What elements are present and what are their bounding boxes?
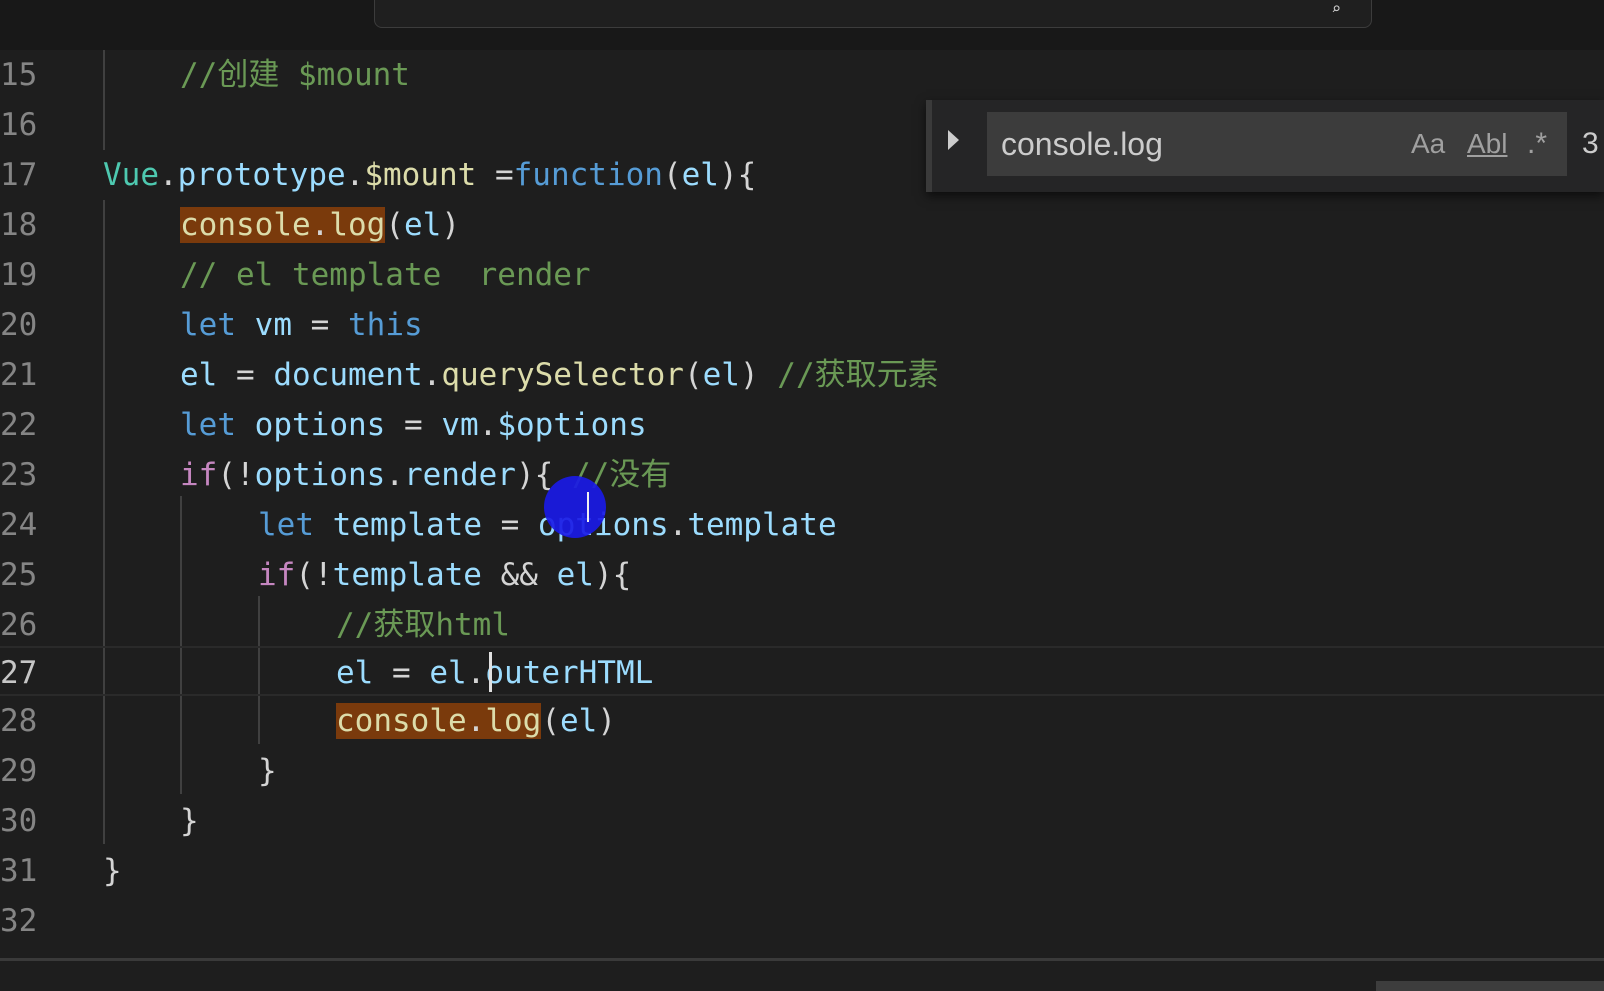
line-number: 31 — [0, 853, 38, 889]
code-text: el = document.querySelector(el) //获取元素 — [180, 357, 939, 393]
code-line-27-current[interactable]: 27 el = el.outerHTML — [0, 646, 1604, 696]
line-number: 26 — [0, 607, 38, 643]
code-line-20[interactable]: 20 let vm = this — [0, 300, 1604, 350]
code-text: } — [103, 853, 122, 889]
code-line-30[interactable]: 30 } — [0, 796, 1604, 846]
line-number: 20 — [0, 307, 38, 343]
code-text: el = el.outerHTML — [336, 655, 654, 691]
code-text: Vue.prototype.$mount =function(el){ — [103, 157, 757, 193]
code-text: } — [180, 803, 199, 839]
title-bar: ⌕ — [0, 0, 1604, 50]
code-line-15[interactable]: 15 //创建 $mount — [0, 50, 1604, 100]
code-line-29[interactable]: 29 } — [0, 746, 1604, 796]
line-number: 23 — [0, 457, 38, 493]
line-number: 25 — [0, 557, 38, 593]
code-line-18[interactable]: 18 console.log(el) — [0, 200, 1604, 250]
code-text: let options = vm.$options — [180, 407, 647, 443]
comment: // el template render — [180, 257, 591, 293]
comment: //获取html — [336, 607, 510, 643]
search-match-highlight: console.log — [180, 207, 386, 243]
code-text: console.log(el) — [180, 207, 460, 243]
search-icon: ⌕ — [1331, 0, 1341, 18]
comment: //创建 $mount — [180, 57, 410, 93]
line-number: 32 — [0, 903, 38, 939]
pointer-highlight — [544, 476, 606, 538]
code-line-26[interactable]: 26 //获取html — [0, 600, 1604, 650]
match-count: 3 — [1582, 127, 1599, 160]
code-text: //创建 $mount — [180, 50, 410, 100]
find-input-value: console.log — [1001, 126, 1163, 162]
line-number: 16 — [0, 107, 38, 143]
code-line-23[interactable]: 23 if(!options.render){ //没有 — [0, 450, 1604, 500]
code-line-25[interactable]: 25 if(!template && el){ — [0, 550, 1604, 600]
code-text: //获取html — [336, 600, 510, 650]
code-line-24[interactable]: 24 let template = options.template — [0, 500, 1604, 550]
line-number: 29 — [0, 753, 38, 789]
code-text: if(!template && el){ — [258, 557, 632, 593]
match-whole-word-icon[interactable]: Abl — [1467, 112, 1507, 176]
line-number: 19 — [0, 257, 38, 293]
line-number: 15 — [0, 57, 38, 93]
line-number: 27 — [0, 655, 38, 691]
code-line-28[interactable]: 28 console.log(el) — [0, 696, 1604, 746]
line-number: 17 — [0, 157, 38, 193]
line-number: 30 — [0, 803, 38, 839]
find-widget: console.log Aa Abl .* 3 — [926, 100, 1604, 192]
code-line-19[interactable]: 19 // el template render — [0, 250, 1604, 300]
code-line-32[interactable]: 32 — [0, 896, 1604, 946]
line-number: 24 — [0, 507, 38, 543]
command-center-search[interactable]: ⌕ — [374, 0, 1372, 28]
code-line-22[interactable]: 22 let options = vm.$options — [0, 400, 1604, 450]
search-match-highlight: console.log — [336, 703, 542, 739]
line-number: 22 — [0, 407, 38, 443]
line-number: 28 — [0, 703, 38, 739]
text-cursor — [489, 652, 492, 692]
toggle-replace-chevron-icon[interactable] — [948, 130, 959, 150]
line-number: 21 — [0, 357, 38, 393]
ibeam-cursor-icon — [587, 492, 589, 522]
code-line-21[interactable]: 21 el = document.querySelector(el) //获取元… — [0, 350, 1604, 400]
horizontal-scrollbar-track[interactable] — [0, 958, 1604, 991]
code-text: console.log(el) — [336, 703, 616, 739]
line-number: 18 — [0, 207, 38, 243]
code-editor[interactable]: 15 //创建 $mount 16 17 Vue.prototype.$moun… — [0, 50, 1604, 958]
match-case-icon[interactable]: Aa — [1411, 112, 1445, 176]
code-text: } — [258, 753, 277, 789]
find-input[interactable]: console.log Aa Abl .* — [987, 112, 1567, 176]
code-line-31[interactable]: 31 } — [0, 846, 1604, 896]
code-text: // el template render — [180, 250, 591, 300]
code-text: let vm = this — [180, 307, 423, 343]
use-regex-icon[interactable]: .* — [1527, 112, 1547, 176]
